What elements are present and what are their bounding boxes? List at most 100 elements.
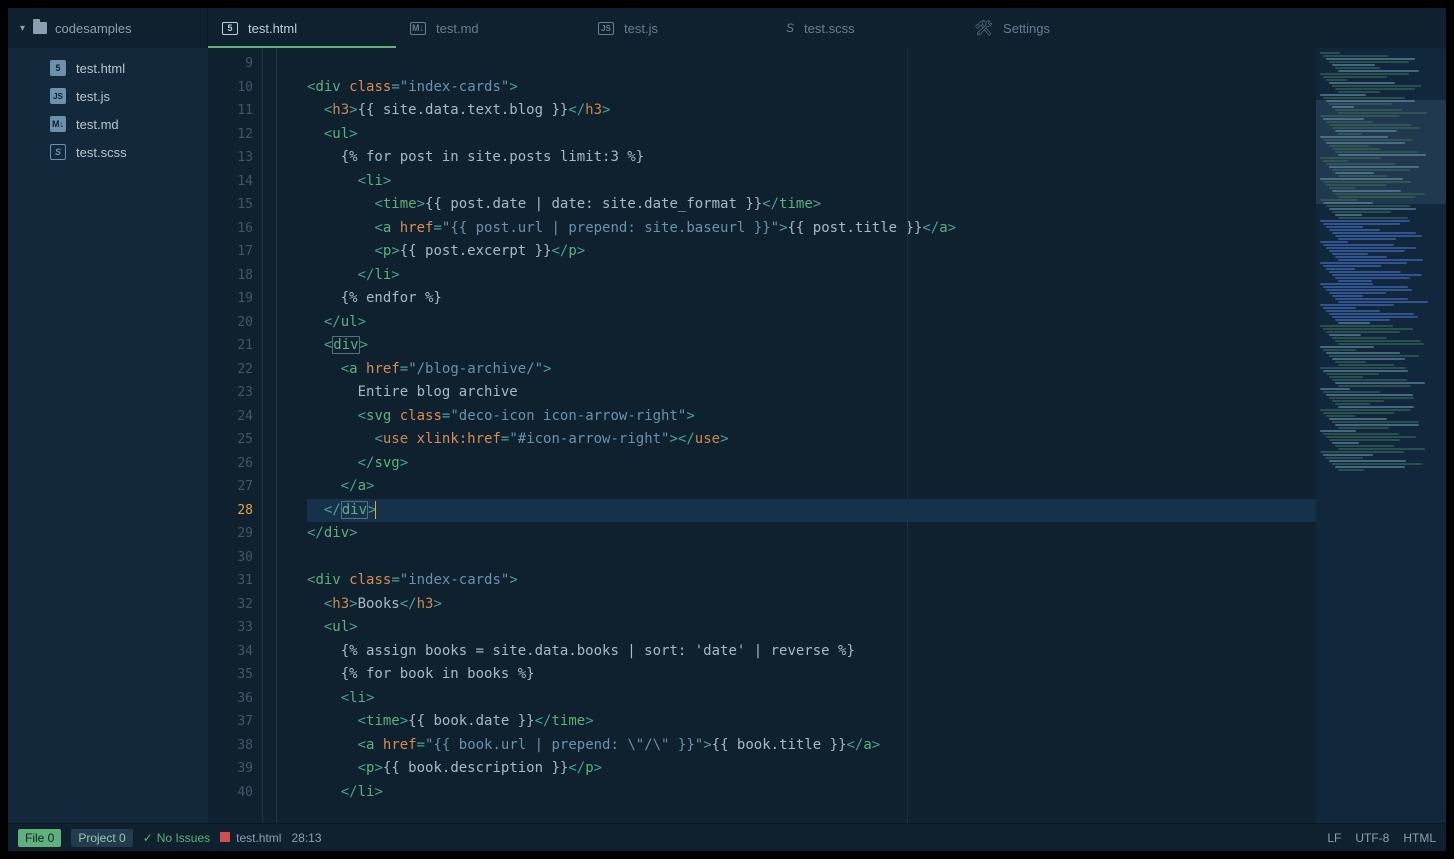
code-line[interactable]: <a href="{{ book.url | prepend: \"/\" }}… [307, 734, 1316, 758]
code-line[interactable]: <div> [307, 334, 1316, 358]
tab-test-html[interactable]: 5test.html [208, 8, 396, 48]
tab-test-scss[interactable]: Stest.scss [772, 8, 960, 48]
file-item-test-html[interactable]: 5test.html [8, 54, 208, 82]
code-line[interactable] [307, 52, 1316, 76]
scss-icon: S [786, 21, 794, 35]
file-label: test.md [76, 117, 119, 132]
code-line[interactable]: <p>{{ book.description }}</p> [307, 757, 1316, 781]
code-line[interactable]: {% assign books = site.data.books | sort… [307, 640, 1316, 664]
tab-test-md[interactable]: M↓test.md [396, 8, 584, 48]
line-number[interactable]: 25 [208, 428, 262, 452]
line-number[interactable]: 10 [208, 76, 262, 100]
line-ending[interactable]: LF [1327, 831, 1341, 845]
code-line[interactable]: </div> [307, 522, 1316, 546]
code-line[interactable]: <li> [307, 687, 1316, 711]
code-area[interactable]: <div class="index-cards"> <h3>{{ site.da… [277, 48, 1316, 823]
file-item-test-js[interactable]: JStest.js [8, 82, 208, 110]
code-line[interactable]: </a> [307, 475, 1316, 499]
code-line[interactable]: </svg> [307, 452, 1316, 476]
code-line[interactable]: <h3>Books</h3> [307, 593, 1316, 617]
tab-bar: 5test.htmlM↓test.mdJStest.jsStest.scss 🛠 S… [208, 8, 1446, 48]
code-line[interactable]: </div> [307, 499, 1316, 523]
line-number[interactable]: 31 [208, 569, 262, 593]
app-window: ▾ codesamples 5test.html M↓ test.md JStest.… [8, 8, 1446, 851]
code-line[interactable]: Entire blog archive [307, 381, 1316, 405]
line-number[interactable]: 19 [208, 287, 262, 311]
line-number-gutter[interactable]: 9101112131415161718192021222324252627282… [208, 48, 263, 823]
code-line[interactable]: {% for book in books %} [307, 663, 1316, 687]
encoding[interactable]: UTF-8 [1355, 831, 1389, 845]
line-number[interactable]: 39 [208, 757, 262, 781]
code-line[interactable]: <div class="index-cards"> [307, 76, 1316, 100]
line-number[interactable]: 26 [208, 452, 262, 476]
cursor-position[interactable]: 28:13 [291, 831, 321, 845]
file-issues-pill[interactable]: File 0 [18, 829, 61, 847]
line-number[interactable]: 37 [208, 710, 262, 734]
line-number[interactable]: 34 [208, 640, 262, 664]
code-line[interactable]: <ul> [307, 123, 1316, 147]
code-line[interactable]: <time>{{ post.date | date: site.date_for… [307, 193, 1316, 217]
line-number[interactable]: 18 [208, 264, 262, 288]
line-number[interactable]: 32 [208, 593, 262, 617]
line-number[interactable]: 23 [208, 381, 262, 405]
line-number[interactable]: 30 [208, 546, 262, 570]
line-number[interactable]: 15 [208, 193, 262, 217]
project-name: codesamples [55, 21, 132, 36]
line-number[interactable]: 35 [208, 663, 262, 687]
md-icon: M↓ [50, 116, 66, 132]
project-tab[interactable]: ▾ codesamples [8, 8, 208, 48]
fold-gutter[interactable] [263, 48, 277, 823]
line-number[interactable]: 16 [208, 217, 262, 241]
code-line[interactable]: <a href="{{ post.url | prepend: site.bas… [307, 217, 1316, 241]
line-number[interactable]: 27 [208, 475, 262, 499]
file-item-test-scss[interactable]: Stest.scss [8, 138, 208, 166]
line-number[interactable]: 13 [208, 146, 262, 170]
tab-Settings[interactable]: 🛠 Settings [960, 8, 1148, 48]
line-number[interactable]: 21 [208, 334, 262, 358]
line-number[interactable]: 11 [208, 99, 262, 123]
code-line[interactable]: <ul> [307, 616, 1316, 640]
code-line[interactable]: <a href="/blog-archive/"> [307, 358, 1316, 382]
code-line[interactable] [307, 546, 1316, 570]
grammar[interactable]: HTML [1403, 831, 1436, 845]
file-item-test-md[interactable]: M↓ test.md [8, 110, 208, 138]
line-number[interactable]: 14 [208, 170, 262, 194]
text-editor[interactable]: 9101112131415161718192021222324252627282… [208, 48, 1446, 823]
line-number[interactable]: 12 [208, 123, 262, 147]
line-number[interactable]: 9 [208, 52, 262, 76]
tab-label: test.md [436, 21, 479, 36]
code-line[interactable]: <svg class="deco-icon icon-arrow-right"> [307, 405, 1316, 429]
line-number[interactable]: 22 [208, 358, 262, 382]
line-number[interactable]: 38 [208, 734, 262, 758]
code-line[interactable]: </li> [307, 264, 1316, 288]
line-number[interactable]: 36 [208, 687, 262, 711]
project-issues-pill[interactable]: Project 0 [71, 829, 132, 847]
line-number[interactable]: 24 [208, 405, 262, 429]
file-label: test.scss [76, 145, 127, 160]
file-label: test.html [76, 61, 125, 76]
code-line[interactable]: <p>{{ post.excerpt }}</p> [307, 240, 1316, 264]
tab-test-js[interactable]: JStest.js [584, 8, 772, 48]
wrap-guide [907, 48, 908, 823]
settings-icon: 🛠 [974, 19, 993, 37]
line-number[interactable]: 17 [208, 240, 262, 264]
tab-label: Settings [1003, 21, 1050, 36]
code-line[interactable]: <time>{{ book.date }}</time> [307, 710, 1316, 734]
code-line[interactable]: <div class="index-cards"> [307, 569, 1316, 593]
code-line[interactable]: <h3>{{ site.data.text.blog }}</h3> [307, 99, 1316, 123]
no-issues-indicator[interactable]: No Issues [143, 831, 210, 845]
code-line[interactable]: {% endfor %} [307, 287, 1316, 311]
code-line[interactable]: <li> [307, 170, 1316, 194]
code-line[interactable]: {% for post in site.posts limit:3 %} [307, 146, 1316, 170]
code-line[interactable]: <use xlink:href="#icon-arrow-right"></us… [307, 428, 1316, 452]
minimap[interactable] [1316, 48, 1446, 823]
line-number[interactable]: 29 [208, 522, 262, 546]
line-number[interactable]: 28 [208, 499, 262, 523]
line-number[interactable]: 40 [208, 781, 262, 805]
status-file[interactable]: test.html [220, 831, 281, 845]
line-number[interactable]: 20 [208, 311, 262, 335]
code-line[interactable]: </ul> [307, 311, 1316, 335]
file-tree[interactable]: 5test.htmlJStest.js M↓ test.md Stest.scss [8, 48, 208, 823]
line-number[interactable]: 33 [208, 616, 262, 640]
code-line[interactable]: </li> [307, 781, 1316, 805]
